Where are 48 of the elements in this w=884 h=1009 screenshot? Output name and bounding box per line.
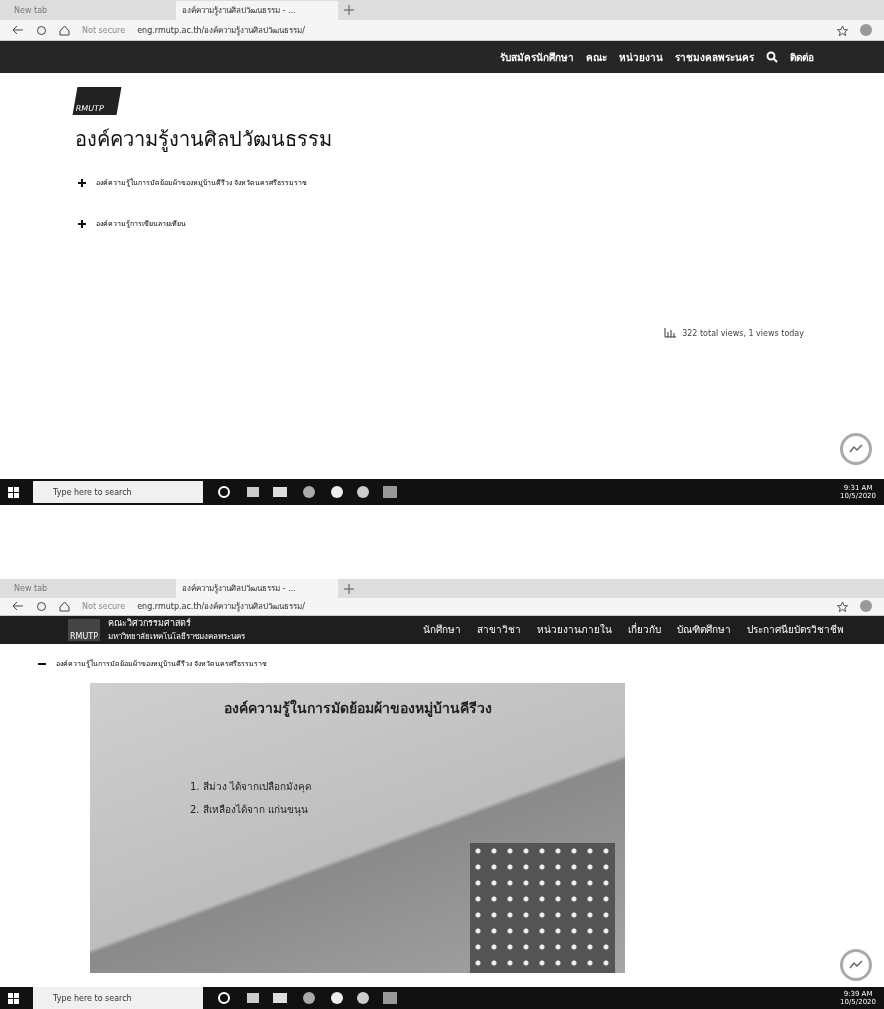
nav-link[interactable]: ติดต่อ bbox=[790, 49, 814, 65]
home-icon[interactable] bbox=[59, 24, 70, 36]
nav-link[interactable]: คณะ bbox=[586, 49, 607, 65]
not-secure-label: Not secure bbox=[82, 601, 126, 611]
slide-text: 2. สีเหลืองได้จาก แก่นขนุน bbox=[190, 803, 309, 817]
new-tab-icon[interactable] bbox=[344, 583, 354, 594]
nav-link[interactable]: นักศึกษา bbox=[423, 622, 461, 638]
new-tab-icon[interactable] bbox=[344, 5, 354, 15]
back-icon[interactable] bbox=[12, 25, 24, 35]
nav-link[interactable]: หน่วยงานภายใน bbox=[537, 622, 612, 638]
home-icon[interactable] bbox=[59, 600, 70, 612]
address-field[interactable]: eng.rmutp.ac.th/องค์ความรู้งานศิลปวัฒนธรรม/ bbox=[137, 23, 305, 37]
address-field[interactable]: eng.rmutp.ac.th/องค์ความรู้งานศิลปวัฒนธรรม/ bbox=[137, 599, 305, 613]
nav-link[interactable]: บัณฑิตศึกษา bbox=[677, 622, 731, 638]
slide-title: องค์ความรู้ในการมัดย้อมผ้าของหมู่บ้านคีรีวง bbox=[222, 698, 493, 719]
page-heading: องค์ความรู้งานศิลปวัฒนธรรม bbox=[75, 126, 333, 154]
back-icon[interactable] bbox=[12, 601, 24, 612]
nav-link[interactable]: เกี่ยวกับ bbox=[628, 622, 661, 638]
chart-icon bbox=[664, 328, 677, 338]
taskbar-search-field[interactable]: Type here to search bbox=[33, 987, 203, 1009]
browser-tab[interactable]: องค์ความรู้งานศิลปวัฒนธรรม - ... bbox=[176, 0, 338, 20]
faculty-name: คณะวิศวกรรมศาสตร์ bbox=[108, 617, 193, 631]
slide-text: 1. สีม่วง ได้จากเปลือกมังคุด bbox=[190, 780, 312, 794]
nav-link[interactable]: ประกาศนียบัตรวิชาชีพ bbox=[747, 622, 844, 638]
profile-icon[interactable] bbox=[860, 24, 872, 36]
browser-tab[interactable]: องค์ความรู้งานศิลปวัฒนธรรม - ... bbox=[176, 579, 338, 598]
nav-link[interactable]: ราชมงคลพระนคร bbox=[675, 49, 754, 65]
nav-link[interactable]: หน่วยงาน bbox=[619, 49, 663, 65]
plus-icon[interactable] bbox=[78, 219, 86, 228]
search-icon[interactable] bbox=[766, 51, 778, 63]
windows-icon[interactable] bbox=[8, 486, 19, 498]
plus-icon[interactable] bbox=[78, 178, 86, 187]
star-icon[interactable] bbox=[837, 24, 848, 36]
nav-link[interactable]: รับสมัครนักศึกษา bbox=[500, 49, 574, 65]
logo[interactable]: RMUTP bbox=[68, 618, 101, 641]
browser-tab[interactable]: New tab bbox=[8, 2, 170, 18]
university-name: มหาวิทยาลัยเทคโนโลยีราชมงคลพระนคร bbox=[108, 631, 246, 644]
not-secure-label: Not secure bbox=[82, 25, 126, 35]
refresh-icon[interactable] bbox=[36, 600, 47, 612]
profile-icon[interactable] bbox=[860, 600, 872, 613]
browser-tab[interactable]: New tab bbox=[8, 581, 170, 596]
nav-link[interactable]: สาขาวิชา bbox=[477, 622, 521, 638]
refresh-icon[interactable] bbox=[36, 24, 47, 36]
star-icon[interactable] bbox=[837, 600, 848, 612]
windows-icon[interactable] bbox=[8, 992, 19, 1004]
view-count: 322 total views, 1 views today bbox=[682, 328, 804, 338]
taskbar-search-field[interactable]: Type here to search bbox=[33, 481, 203, 503]
logo[interactable]: RMUTP bbox=[72, 87, 122, 115]
